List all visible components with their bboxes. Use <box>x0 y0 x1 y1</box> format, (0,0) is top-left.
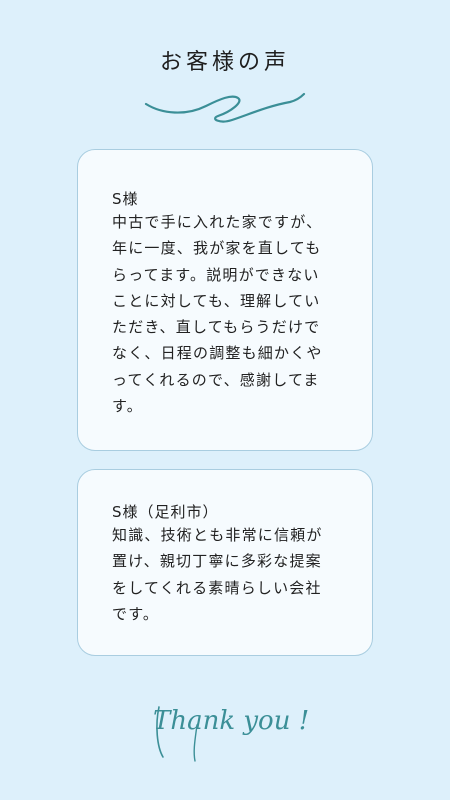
thank-you-script: Thank you ! <box>153 706 309 762</box>
testimonial-line: ってくれるので、感謝してま <box>112 370 320 389</box>
decorative-squiggle <box>144 92 306 123</box>
testimonial-line: ことに対しても、理解してい <box>112 291 321 310</box>
testimonial-text: 知識、技術とも非常に信頼が 置け、親切丁寧に多彩な提案 をしてくれる素晴らしい会… <box>112 522 352 627</box>
testimonial-line: 置け、親切丁寧に多彩な提案 <box>112 552 322 571</box>
testimonial-line: です。 <box>112 604 160 623</box>
testimonial-line: をしてくれる素晴らしい会社 <box>112 578 322 597</box>
testimonial-line: 年に一度、我が家を直しても <box>112 239 322 258</box>
testimonial-line: 中古で手に入れた家ですが、 <box>112 213 323 231</box>
testimonial-name: S様（足利市） <box>112 503 219 521</box>
testimonial-name: S様 <box>112 190 139 208</box>
testimonial-text: 中古で手に入れた家ですが、 年に一度、我が家を直しても らってます。説明ができな… <box>112 209 352 419</box>
testimonial-card: S様（足利市） 知識、技術とも非常に信頼が 置け、親切丁寧に多彩な提案 をしてく… <box>77 469 373 656</box>
testimonial-line: らってます。説明ができない <box>112 265 320 284</box>
thank-you-text: Thank you ! <box>153 706 309 736</box>
testimonial-line: ただき、直してもらうだけで <box>112 318 321 337</box>
testimonial-card: S様 中古で手に入れた家ですが、 年に一度、我が家を直しても らってます。説明が… <box>77 149 373 451</box>
testimonial-line: 知識、技術とも非常に信頼が <box>112 526 323 544</box>
testimonial-line: す。 <box>112 397 143 416</box>
testimonial-line: なく、日程の調整も細かくや <box>112 344 323 363</box>
page-title: お客様の声 <box>159 50 290 75</box>
